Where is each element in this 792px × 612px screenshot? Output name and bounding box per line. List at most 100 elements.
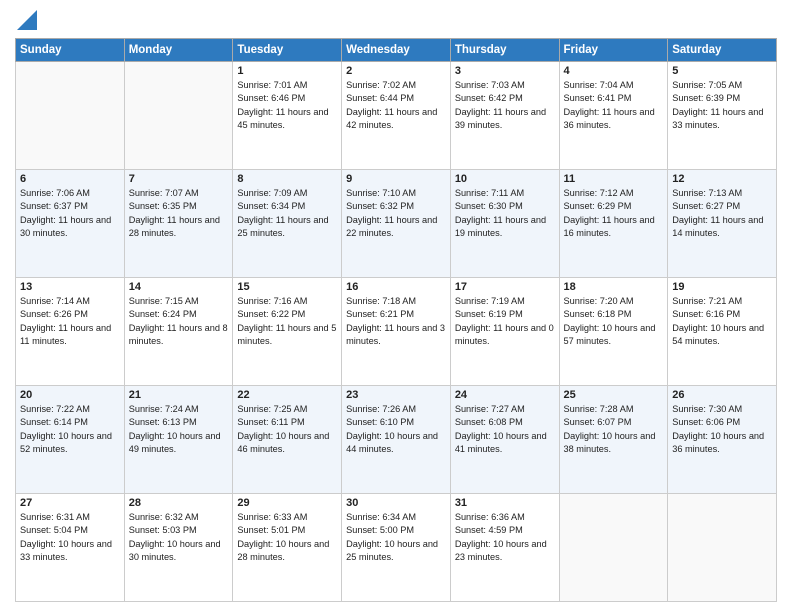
day-info: Sunrise: 7:10 AM Sunset: 6:32 PM Dayligh…: [346, 187, 446, 240]
calendar-header-monday: Monday: [124, 39, 233, 62]
calendar-week-row: 1 Sunrise: 7:01 AM Sunset: 6:46 PM Daylig…: [16, 62, 777, 170]
day-info: Sunrise: 7:24 AM Sunset: 6:13 PM Dayligh…: [129, 403, 229, 456]
calendar-cell: 11 Sunrise: 7:12 AM Sunset: 6:29 PM Dayli…: [559, 170, 668, 278]
day-info: Sunrise: 7:03 AM Sunset: 6:42 PM Dayligh…: [455, 79, 555, 132]
calendar-cell: 1 Sunrise: 7:01 AM Sunset: 6:46 PM Daylig…: [233, 62, 342, 170]
day-info: Sunrise: 7:25 AM Sunset: 6:11 PM Dayligh…: [237, 403, 337, 456]
calendar-cell: 21 Sunrise: 7:24 AM Sunset: 6:13 PM Dayli…: [124, 386, 233, 494]
day-number: 10: [455, 173, 555, 185]
calendar-cell: 17 Sunrise: 7:19 AM Sunset: 6:19 PM Dayli…: [450, 278, 559, 386]
calendar-cell: 7 Sunrise: 7:07 AM Sunset: 6:35 PM Daylig…: [124, 170, 233, 278]
calendar-cell: 5 Sunrise: 7:05 AM Sunset: 6:39 PM Daylig…: [668, 62, 777, 170]
day-number: 17: [455, 281, 555, 293]
day-info: Sunrise: 7:11 AM Sunset: 6:30 PM Dayligh…: [455, 187, 555, 240]
day-info: Sunrise: 7:07 AM Sunset: 6:35 PM Dayligh…: [129, 187, 229, 240]
calendar-cell: 27 Sunrise: 6:31 AM Sunset: 5:04 PM Dayli…: [16, 494, 125, 602]
calendar-header-sunday: Sunday: [16, 39, 125, 62]
calendar-cell: 29Sunrise: 6:33 AM Sunset: 5:01 PM Dayli…: [233, 494, 342, 602]
calendar-cell: 22 Sunrise: 7:25 AM Sunset: 6:11 PM Dayli…: [233, 386, 342, 494]
day-info: Sunrise: 6:34 AM Sunset: 5:00 PM Dayligh…: [346, 511, 446, 564]
calendar-cell: 19Sunrise: 7:21 AM Sunset: 6:16 PM Dayli…: [668, 278, 777, 386]
day-number: 12: [672, 173, 772, 185]
calendar-header-saturday: Saturday: [668, 39, 777, 62]
day-info: Sunrise: 6:31 AM Sunset: 5:04 PM Dayligh…: [20, 511, 120, 564]
calendar-header-thursday: Thursday: [450, 39, 559, 62]
day-number: 20: [20, 389, 120, 401]
day-number: 14: [129, 281, 229, 293]
day-info: Sunrise: 7:09 AM Sunset: 6:34 PM Dayligh…: [237, 187, 337, 240]
calendar-cell: 13 Sunrise: 7:14 AM Sunset: 6:26 PM Dayli…: [16, 278, 125, 386]
calendar-cell: [16, 62, 125, 170]
calendar-header-friday: Friday: [559, 39, 668, 62]
calendar-cell: 15Sunrise: 7:16 AM Sunset: 6:22 PM Dayli…: [233, 278, 342, 386]
calendar-cell: 8 Sunrise: 7:09 AM Sunset: 6:34 PM Daylig…: [233, 170, 342, 278]
calendar-week-row: 27 Sunrise: 6:31 AM Sunset: 5:04 PM Dayli…: [16, 494, 777, 602]
day-info: Sunrise: 7:16 AM Sunset: 6:22 PM Dayligh…: [237, 295, 337, 348]
calendar-cell: 6Sunrise: 7:06 AM Sunset: 6:37 PM Daylig…: [16, 170, 125, 278]
day-number: 27: [20, 497, 120, 509]
calendar-header-tuesday: Tuesday: [233, 39, 342, 62]
calendar-cell: 23Sunrise: 7:26 AM Sunset: 6:10 PM Dayli…: [342, 386, 451, 494]
calendar-week-row: 6Sunrise: 7:06 AM Sunset: 6:37 PM Daylig…: [16, 170, 777, 278]
day-info: Sunrise: 7:14 AM Sunset: 6:26 PM Dayligh…: [20, 295, 120, 348]
header: [15, 10, 777, 30]
calendar-cell: [668, 494, 777, 602]
day-info: Sunrise: 7:27 AM Sunset: 6:08 PM Dayligh…: [455, 403, 555, 456]
day-info: Sunrise: 7:02 AM Sunset: 6:44 PM Dayligh…: [346, 79, 446, 132]
calendar-cell: 16 Sunrise: 7:18 AM Sunset: 6:21 PM Dayli…: [342, 278, 451, 386]
day-number: 13: [20, 281, 120, 293]
day-number: 19: [672, 281, 772, 293]
calendar-cell: 14 Sunrise: 7:15 AM Sunset: 6:24 PM Dayli…: [124, 278, 233, 386]
day-info: Sunrise: 7:19 AM Sunset: 6:19 PM Dayligh…: [455, 295, 555, 348]
calendar-cell: 26 Sunrise: 7:30 AM Sunset: 6:06 PM Dayli…: [668, 386, 777, 494]
day-number: 26: [672, 389, 772, 401]
calendar-cell: 30 Sunrise: 6:34 AM Sunset: 5:00 PM Dayli…: [342, 494, 451, 602]
day-number: 16: [346, 281, 446, 293]
day-info: Sunrise: 7:18 AM Sunset: 6:21 PM Dayligh…: [346, 295, 446, 348]
calendar-cell: 2 Sunrise: 7:02 AM Sunset: 6:44 PM Daylig…: [342, 62, 451, 170]
calendar-cell: 20Sunrise: 7:22 AM Sunset: 6:14 PM Dayli…: [16, 386, 125, 494]
calendar-table: SundayMondayTuesdayWednesdayThursdayFrid…: [15, 38, 777, 602]
day-number: 2: [346, 65, 446, 77]
day-info: Sunrise: 7:13 AM Sunset: 6:27 PM Dayligh…: [672, 187, 772, 240]
day-number: 3: [455, 65, 555, 77]
day-number: 30: [346, 497, 446, 509]
day-number: 24: [455, 389, 555, 401]
day-info: Sunrise: 6:33 AM Sunset: 5:01 PM Dayligh…: [237, 511, 337, 564]
logo-triangle-icon: [17, 10, 37, 30]
calendar-week-row: 20Sunrise: 7:22 AM Sunset: 6:14 PM Dayli…: [16, 386, 777, 494]
day-info: Sunrise: 7:20 AM Sunset: 6:18 PM Dayligh…: [564, 295, 664, 348]
day-info: Sunrise: 7:01 AM Sunset: 6:46 PM Dayligh…: [237, 79, 337, 132]
day-number: 9: [346, 173, 446, 185]
day-number: 11: [564, 173, 664, 185]
calendar-header-wednesday: Wednesday: [342, 39, 451, 62]
calendar-cell: 24 Sunrise: 7:27 AM Sunset: 6:08 PM Dayli…: [450, 386, 559, 494]
day-number: 25: [564, 389, 664, 401]
day-number: 8: [237, 173, 337, 185]
logo: [15, 10, 37, 30]
calendar-cell: 3 Sunrise: 7:03 AM Sunset: 6:42 PM Daylig…: [450, 62, 559, 170]
calendar-header-row: SundayMondayTuesdayWednesdayThursdayFrid…: [16, 39, 777, 62]
day-number: 28: [129, 497, 229, 509]
calendar-cell: 10 Sunrise: 7:11 AM Sunset: 6:30 PM Dayli…: [450, 170, 559, 278]
day-number: 23: [346, 389, 446, 401]
day-number: 22: [237, 389, 337, 401]
day-number: 6: [20, 173, 120, 185]
day-number: 5: [672, 65, 772, 77]
day-number: 18: [564, 281, 664, 293]
day-info: Sunrise: 7:30 AM Sunset: 6:06 PM Dayligh…: [672, 403, 772, 456]
day-number: 21: [129, 389, 229, 401]
day-info: Sunrise: 7:15 AM Sunset: 6:24 PM Dayligh…: [129, 295, 229, 348]
calendar-cell: [124, 62, 233, 170]
calendar-cell: 12 Sunrise: 7:13 AM Sunset: 6:27 PM Dayli…: [668, 170, 777, 278]
day-info: Sunrise: 6:32 AM Sunset: 5:03 PM Dayligh…: [129, 511, 229, 564]
day-info: Sunrise: 7:04 AM Sunset: 6:41 PM Dayligh…: [564, 79, 664, 132]
page: SundayMondayTuesdayWednesdayThursdayFrid…: [0, 0, 792, 612]
day-info: Sunrise: 7:05 AM Sunset: 6:39 PM Dayligh…: [672, 79, 772, 132]
calendar-cell: 28 Sunrise: 6:32 AM Sunset: 5:03 PM Dayli…: [124, 494, 233, 602]
day-info: Sunrise: 7:28 AM Sunset: 6:07 PM Dayligh…: [564, 403, 664, 456]
calendar-cell: [559, 494, 668, 602]
day-number: 7: [129, 173, 229, 185]
day-info: Sunrise: 7:12 AM Sunset: 6:29 PM Dayligh…: [564, 187, 664, 240]
day-number: 1: [237, 65, 337, 77]
